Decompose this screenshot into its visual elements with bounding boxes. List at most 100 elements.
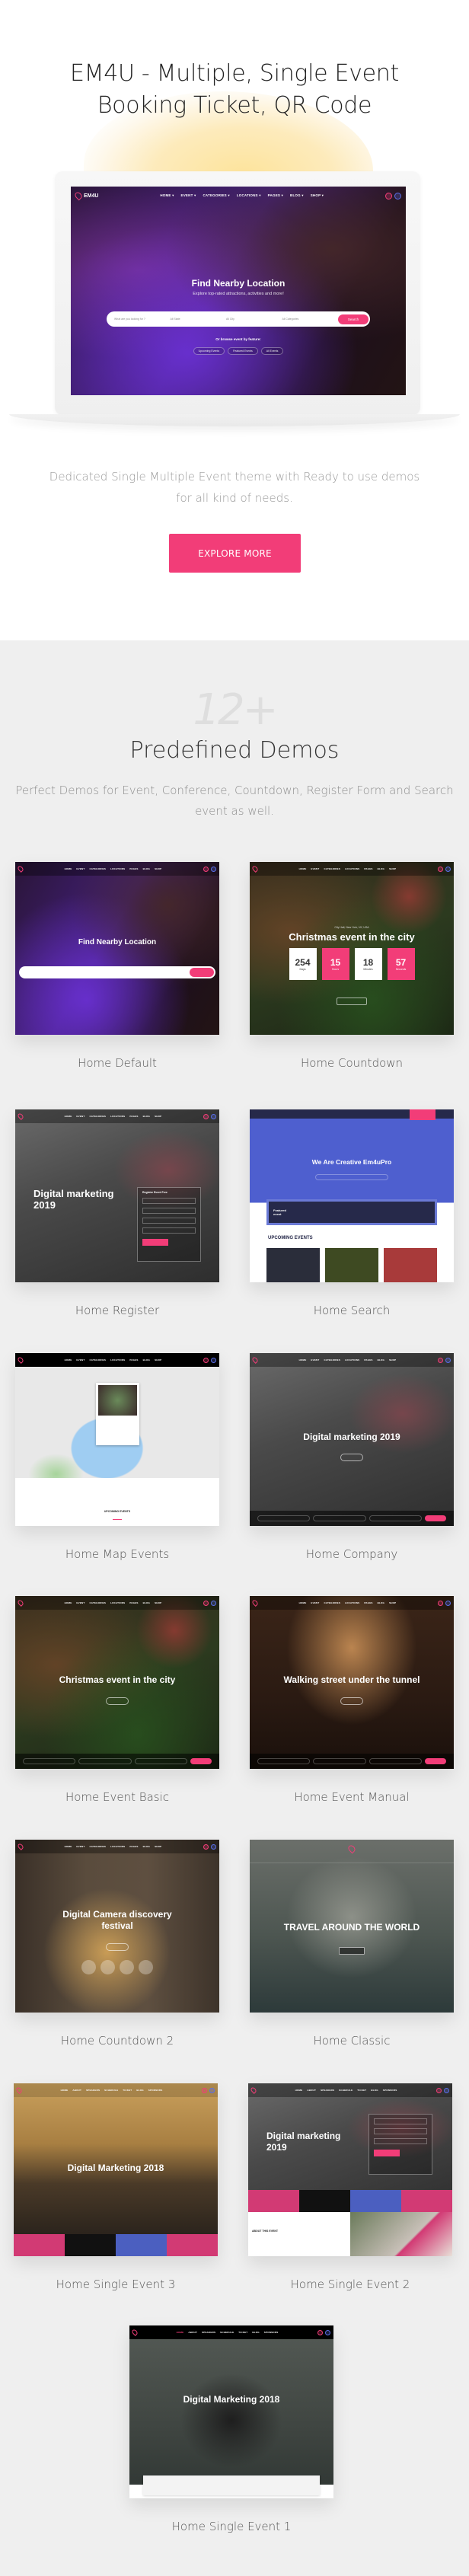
demo-card-home-single-event-1[interactable]: HOME ABOUT SPEAKERS SCHEDULE TICKET BLOG SPONS… <box>129 2325 333 2533</box>
demo-thumbnail: HOME EVENT CATEGORIES LOCATIONS PAGES BLOG SHO… <box>250 862 454 1035</box>
countdown-minutes: 18 Minutes <box>354 948 382 980</box>
thumb-headline: TRAVEL AROUND THE WORLD <box>283 1922 420 1933</box>
thumb-register-form <box>368 2114 432 2175</box>
location-pin-icon <box>346 1843 357 1854</box>
preview-subheadline: Explore top-rated attractions, activitie… <box>193 292 284 296</box>
laptop-base <box>9 414 460 426</box>
demo-card-home-classic[interactable]: TRAVEL AROUND THE WORLD Home Classic <box>250 1840 454 2048</box>
demo-card-home-search[interactable]: We Are Creative Em4uPro Featured event U… <box>250 1109 454 1317</box>
demo-label: Home Classic <box>313 2034 391 2048</box>
demo-card-home-single-event-3[interactable]: HOME ABOUT SPEAKERS SCHEDULE TICKET BLOG SPONS… <box>14 2083 218 2291</box>
laptop-screen-preview: EM4U HOME ▾ EVENT ▾ CATEGORIES ▾ LOCATIO… <box>71 187 406 395</box>
demo-card-home-map-events[interactable]: HOME EVENT CATEGORIES LOCATIONS PAGES BLOG SHO… <box>15 1353 219 1561</box>
hero-title: EM4U - Multiple, Single Event Booking Ti… <box>0 58 469 122</box>
preview-state-select: All State <box>170 318 180 321</box>
demo-label: Home Event Basic <box>65 1790 170 1804</box>
user-icon <box>385 192 392 200</box>
preview-headline: Find Nearby Location <box>191 278 286 289</box>
demo-label: Home Single Event 1 <box>171 2520 292 2533</box>
preview-nav-item: EVENT ▾ <box>180 193 196 197</box>
thumb-headline: Digital marketing 2019 <box>303 1432 400 1442</box>
demo-card-home-default[interactable]: HOME EVENT CATEGORIES LOCATIONS PAGES BLOG SHO… <box>15 862 219 1070</box>
demo-card-home-company[interactable]: HOME EVENT CATEGORIES LOCATIONS PAGES BLOG SHO… <box>250 1353 454 1561</box>
thumb-headline: We Are Creative Em4uPro <box>311 1158 392 1166</box>
thumb-headline: Christmas event in the city <box>289 931 415 943</box>
demo-card-home-countdown[interactable]: HOME EVENT CATEGORIES LOCATIONS PAGES BLOG SHO… <box>250 862 454 1070</box>
thumb-headline: Digital Marketing 2018 <box>67 2163 164 2173</box>
demo-thumbnail: HOME EVENT CATEGORIES LOCATIONS PAGES BLOG SHO… <box>15 1596 219 1769</box>
preview-chips: Upcoming Events Featured Events All Even… <box>71 347 406 355</box>
thumb-info-card <box>143 2475 320 2495</box>
demo-thumbnail: HOME ABOUT SPEAKERS SCHEDULE TICKET BLOG SPONS… <box>129 2325 333 2498</box>
preview-nav-item: SHOP ▾ <box>310 193 324 197</box>
demo-thumbnail: TRAVEL AROUND THE WORLD <box>250 1840 454 2013</box>
location-pin-icon <box>251 865 259 873</box>
preview-navbar: EM4U HOME ▾ EVENT ▾ CATEGORIES ▾ LOCATIO… <box>71 187 406 205</box>
preview-city-select: All City <box>226 318 234 321</box>
thumb-info-strip <box>14 2234 218 2256</box>
demo-label: Home Event Manual <box>294 1790 410 1804</box>
countdown-seconds: 57 Seconds <box>387 948 415 980</box>
thumb-search-strip <box>15 1754 219 1769</box>
demo-thumbnail: HOME EVENT CATEGORIES LOCATIONS PAGES BLOG SHO… <box>15 1109 219 1282</box>
thumb-headline: Digital Marketing 2018 <box>183 2394 280 2405</box>
location-pin-icon <box>131 2329 139 2336</box>
demo-thumbnail: HOME EVENT CATEGORIES LOCATIONS PAGES BLOG SHO… <box>15 1840 219 2013</box>
location-pin-icon <box>17 865 24 873</box>
demo-label: Home Search <box>313 1304 391 1317</box>
edit-icon <box>394 192 401 200</box>
countdown: 254 Days 15 Hours 18 Minutes 57 Seconds <box>250 948 454 980</box>
thumb-section-title: UPCOMING EVENTS <box>104 1510 131 1513</box>
preview-category-select: All Categories <box>282 318 299 321</box>
demo-thumbnail: We Are Creative Em4uPro Featured event U… <box>250 1109 454 1282</box>
thumb-countdown-circles <box>15 1960 219 1974</box>
thumb-headline: Find Nearby Location <box>78 938 157 946</box>
location-pin-icon <box>17 1356 24 1364</box>
demo-card-home-register[interactable]: HOME EVENT CATEGORIES LOCATIONS PAGES BLOG SHO… <box>15 1109 219 1317</box>
hero-title-line-2: Booking Ticket, QR Code <box>97 92 372 119</box>
location-pin-icon <box>250 2086 257 2094</box>
countdown-days: 254 Days <box>289 948 317 980</box>
thumb-search-strip <box>250 1511 454 1526</box>
preview-nav-item: LOCATIONS ▾ <box>236 193 261 197</box>
map-popup <box>96 1383 139 1445</box>
explore-more-button[interactable]: EXPLORE MORE <box>169 534 301 573</box>
demo-label: Home Countdown <box>300 1056 404 1070</box>
demo-label: Home Countdown 2 <box>60 2034 174 2048</box>
demo-thumbnail: HOME ABOUT SPEAKERS SCHEDULE TICKET BLOG SPONS… <box>14 2083 218 2256</box>
preview-nav-item: CATEGORIES ▾ <box>203 193 230 197</box>
demo-count: 12+ <box>193 685 278 735</box>
hero-section: EM4U - Multiple, Single Event Booking Ti… <box>0 0 469 640</box>
thumb-section-title: UPCOMING EVENTS <box>268 1236 313 1240</box>
demo-card-home-single-event-2[interactable]: HOME ABOUT SPEAKERS SCHEDULE TICKET BLOG SPONS… <box>248 2083 452 2291</box>
hero-description: Dedicated Single Multiple Event theme wi… <box>49 470 420 505</box>
preview-nav-menu: HOME ▾ EVENT ▾ CATEGORIES ▾ LOCATIONS ▾ … <box>98 193 385 198</box>
preview-nav-item: PAGES ▾ <box>267 193 284 197</box>
demo-thumbnail: HOME EVENT CATEGORIES LOCATIONS PAGES BLOG SHO… <box>15 862 219 1035</box>
demo-card-home-event-manual[interactable]: HOME EVENT CATEGORIES LOCATIONS PAGES BLOG SHO… <box>250 1596 454 1804</box>
thumb-info-strip <box>248 2190 452 2212</box>
thumb-location: City Hall, New York, NY, USA <box>334 926 369 929</box>
thumb-headline: Digital Camera discovery festival <box>62 1909 172 1931</box>
preview-search-button: Search <box>338 314 368 324</box>
preview-chip: Featured Events <box>228 347 258 355</box>
demo-card-home-event-basic[interactable]: HOME EVENT CATEGORIES LOCATIONS PAGES BLOG SHO… <box>15 1596 219 1804</box>
preview-nav-item: BLOG ▾ <box>290 193 304 197</box>
demo-label: Home Map Events <box>65 1547 170 1561</box>
demo-card-home-countdown-2[interactable]: HOME EVENT CATEGORIES LOCATIONS PAGES BLOG SHO… <box>15 1840 219 2048</box>
thumb-about-title: ABOUT THIS EVENT <box>252 2230 279 2233</box>
preview-search-bar: What are you looking for ? All State All… <box>107 311 370 327</box>
demos-description: Perfect Demos for Event, Conference, Cou… <box>15 784 454 818</box>
demo-label: Home Single Event 2 <box>290 2278 410 2291</box>
thumb-headline: Christmas event in the city <box>59 1674 176 1685</box>
demos-title: Predefined Demos <box>129 737 340 764</box>
thumb-headline: Digital marketing 2019 <box>266 2131 341 2153</box>
location-pin-icon <box>251 1599 259 1607</box>
thumb-search-strip <box>250 1754 454 1769</box>
demo-thumbnail: HOME EVENT CATEGORIES LOCATIONS PAGES BLOG SHO… <box>250 1353 454 1526</box>
demo-label: Home Default <box>78 1056 157 1070</box>
thumb-search-bar <box>19 966 215 978</box>
thumb-headline: Walking street under the tunnel <box>283 1674 420 1685</box>
demo-label: Home Register <box>75 1304 160 1317</box>
location-pin-icon <box>17 1843 24 1850</box>
